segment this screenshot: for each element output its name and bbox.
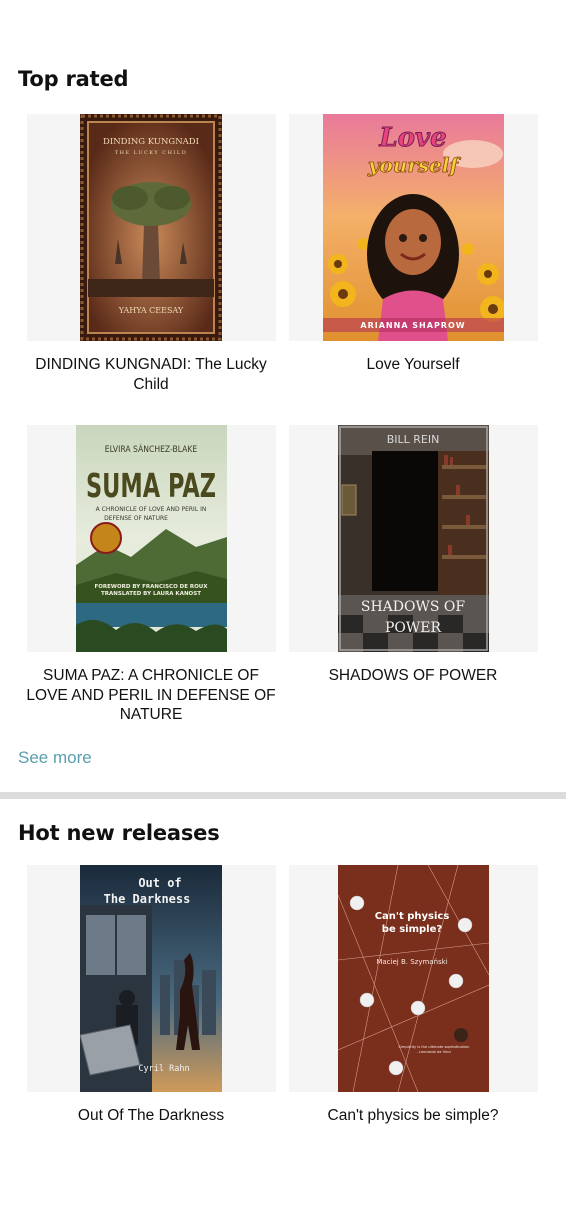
book-card-cant-physics-be-simple[interactable]: Can't physics be simple? Maciej B. Szyma… [289, 865, 538, 1092]
cover-heading-2: The Darkness [104, 892, 191, 906]
book-cover[interactable]: BILL REIN SHADOWS OF POWER [338, 425, 489, 652]
book-cover[interactable]: Love yourself ARIANNA SHAPROW [323, 114, 504, 341]
book-title[interactable]: Out Of The Darkness [20, 1106, 282, 1126]
book-cover[interactable]: ELVIRA SÁNCHEZ-BLAKE SUMA PAZ A CHRONICL… [76, 425, 227, 652]
book-card-dinding-kungnadi[interactable]: DINDING KUNGNADI THE LUCKY CHILD YAHYA C… [27, 114, 276, 341]
book-cover[interactable]: DINDING KUNGNADI THE LUCKY CHILD YAHYA C… [80, 114, 222, 341]
book-cover[interactable]: Can't physics be simple? Maciej B. Szyma… [338, 865, 489, 1092]
section-title-hot-new-releases: Hot new releases [18, 821, 220, 845]
book-title[interactable]: Love Yourself [282, 355, 544, 375]
book-title[interactable]: SUMA PAZ: A CHRONICLE OF LOVE AND PERIL … [20, 666, 282, 725]
book-title[interactable]: SHADOWS OF POWER [282, 666, 544, 686]
book-card-suma-paz[interactable]: ELVIRA SÁNCHEZ-BLAKE SUMA PAZ A CHRONICL… [27, 425, 276, 652]
cover-credit-2: TRANSLATED BY LAURA KANOST [101, 591, 201, 597]
book-card-shadows-of-power[interactable]: BILL REIN SHADOWS OF POWER [289, 425, 538, 652]
see-more-link[interactable]: See more [18, 748, 92, 768]
book-cover-art: Out of The Darkness Cyril Rahn [80, 865, 222, 1092]
section-title-top-rated: Top rated [18, 67, 129, 91]
cover-author: YAHYA CEESAY [118, 306, 184, 315]
cover-heading-1: Love [378, 123, 446, 153]
cover-heading-2: be simple? [382, 924, 443, 935]
cover-heading-1: Can't physics [375, 911, 450, 922]
cover-subheading: THE LUCKY CHILD [115, 150, 188, 156]
book-title[interactable]: Can't physics be simple? [282, 1106, 544, 1126]
book-cover[interactable]: Out of The Darkness Cyril Rahn [80, 865, 222, 1092]
cover-subheading-2: DEFENSE OF NATURE [104, 515, 168, 522]
cover-author: Maciej B. Szymański [376, 958, 447, 966]
book-card-love-yourself[interactable]: Love yourself ARIANNA SHAPROW [289, 114, 538, 341]
book-card-out-of-the-darkness[interactable]: Out of The Darkness Cyril Rahn [27, 865, 276, 1092]
cover-heading-2: yourself [367, 153, 462, 177]
cover-heading: DINDING KUNGNADI [103, 137, 199, 147]
cover-heading: SUMA PAZ [86, 466, 216, 505]
cover-heading-1: Out of [138, 876, 181, 890]
cover-author: ELVIRA SÁNCHEZ-BLAKE [105, 443, 198, 455]
book-cover-art: BILL REIN SHADOWS OF POWER [338, 425, 489, 652]
cover-author: ARIANNA SHAPROW [360, 321, 465, 330]
book-cover-art: Can't physics be simple? Maciej B. Szyma… [338, 865, 489, 1092]
cover-heading-2: POWER [385, 620, 442, 636]
cover-author: BILL REIN [387, 433, 440, 446]
cover-credit-1: FOREWORD BY FRANCISCO DE ROUX [94, 584, 208, 590]
book-cover-art: Love yourself ARIANNA SHAPROW [323, 114, 504, 341]
book-cover-art: DINDING KUNGNADI THE LUCKY CHILD YAHYA C… [80, 114, 222, 341]
section-divider [0, 792, 566, 799]
cover-tagline-2: - Leonardo da Vinci [417, 1050, 452, 1054]
book-title[interactable]: DINDING KUNGNADI: The Lucky Child [20, 355, 282, 394]
cover-heading-1: SHADOWS OF [361, 599, 466, 615]
cover-subheading-1: A CHRONICLE OF LOVE AND PERIL IN [96, 506, 207, 513]
cover-tagline-1: Simplicity is the ultimate sophisticatio… [399, 1045, 470, 1049]
cover-author: Cyril Rahn [138, 1064, 189, 1074]
book-cover-art: ELVIRA SÁNCHEZ-BLAKE SUMA PAZ A CHRONICL… [76, 425, 227, 652]
